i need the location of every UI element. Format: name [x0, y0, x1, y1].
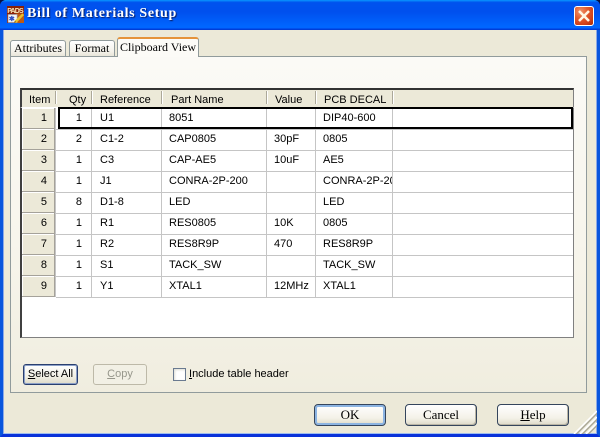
svg-text:PADS: PADS — [7, 8, 24, 15]
